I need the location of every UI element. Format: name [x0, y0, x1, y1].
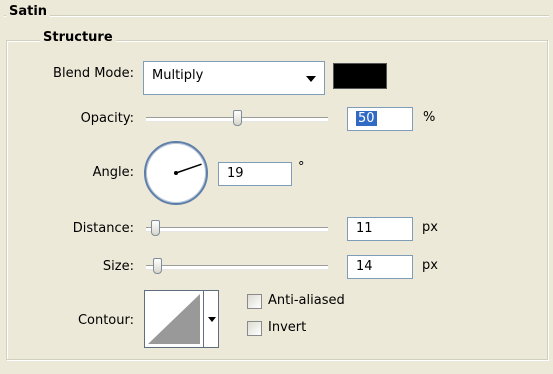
distance-value: 11 — [356, 221, 373, 236]
size-value: 14 — [356, 259, 373, 274]
distance-slider-track[interactable] — [146, 227, 328, 232]
blend-mode-value: Multiply — [152, 68, 204, 83]
contour-picker[interactable] — [144, 290, 219, 348]
satin-divider — [4, 15, 549, 17]
angle-unit: ° — [298, 160, 305, 175]
contour-dropdown-button[interactable] — [203, 291, 218, 347]
blend-mode-label: Blend Mode: — [53, 66, 134, 81]
size-slider-thumb[interactable] — [152, 258, 162, 274]
chevron-down-icon — [306, 76, 316, 82]
blend-color-swatch[interactable] — [333, 63, 387, 89]
distance-label: Distance: — [72, 221, 134, 236]
distance-unit: px — [422, 220, 438, 235]
angle-input[interactable]: 19 — [218, 162, 292, 186]
blend-mode-dropdown[interactable]: Multiply — [143, 61, 325, 95]
angle-dial[interactable] — [144, 141, 208, 205]
distance-input[interactable]: 11 — [347, 217, 413, 241]
satin-title: Satin — [6, 4, 51, 19]
size-unit: px — [422, 258, 438, 273]
invert-checkbox[interactable] — [247, 321, 262, 336]
angle-dial-needle — [174, 163, 202, 175]
anti-aliased-label: Anti-aliased — [268, 293, 345, 308]
contour-preview-icon — [148, 294, 200, 344]
structure-title: Structure — [40, 30, 116, 45]
opacity-input[interactable]: 50 — [347, 107, 413, 131]
chevron-down-icon — [208, 317, 216, 322]
size-slider-track[interactable] — [146, 265, 328, 270]
angle-value: 19 — [227, 166, 244, 181]
opacity-unit: % — [423, 110, 436, 125]
size-input[interactable]: 14 — [347, 255, 413, 279]
anti-aliased-checkbox[interactable] — [247, 294, 262, 309]
size-label: Size: — [102, 259, 134, 274]
invert-label: Invert — [268, 320, 307, 335]
opacity-label: Opacity: — [80, 111, 134, 126]
distance-slider-thumb[interactable] — [151, 220, 161, 236]
angle-label: Angle: — [92, 165, 134, 180]
contour-label: Contour: — [77, 313, 134, 328]
opacity-value: 50 — [356, 111, 377, 126]
opacity-slider-thumb[interactable] — [233, 110, 242, 126]
